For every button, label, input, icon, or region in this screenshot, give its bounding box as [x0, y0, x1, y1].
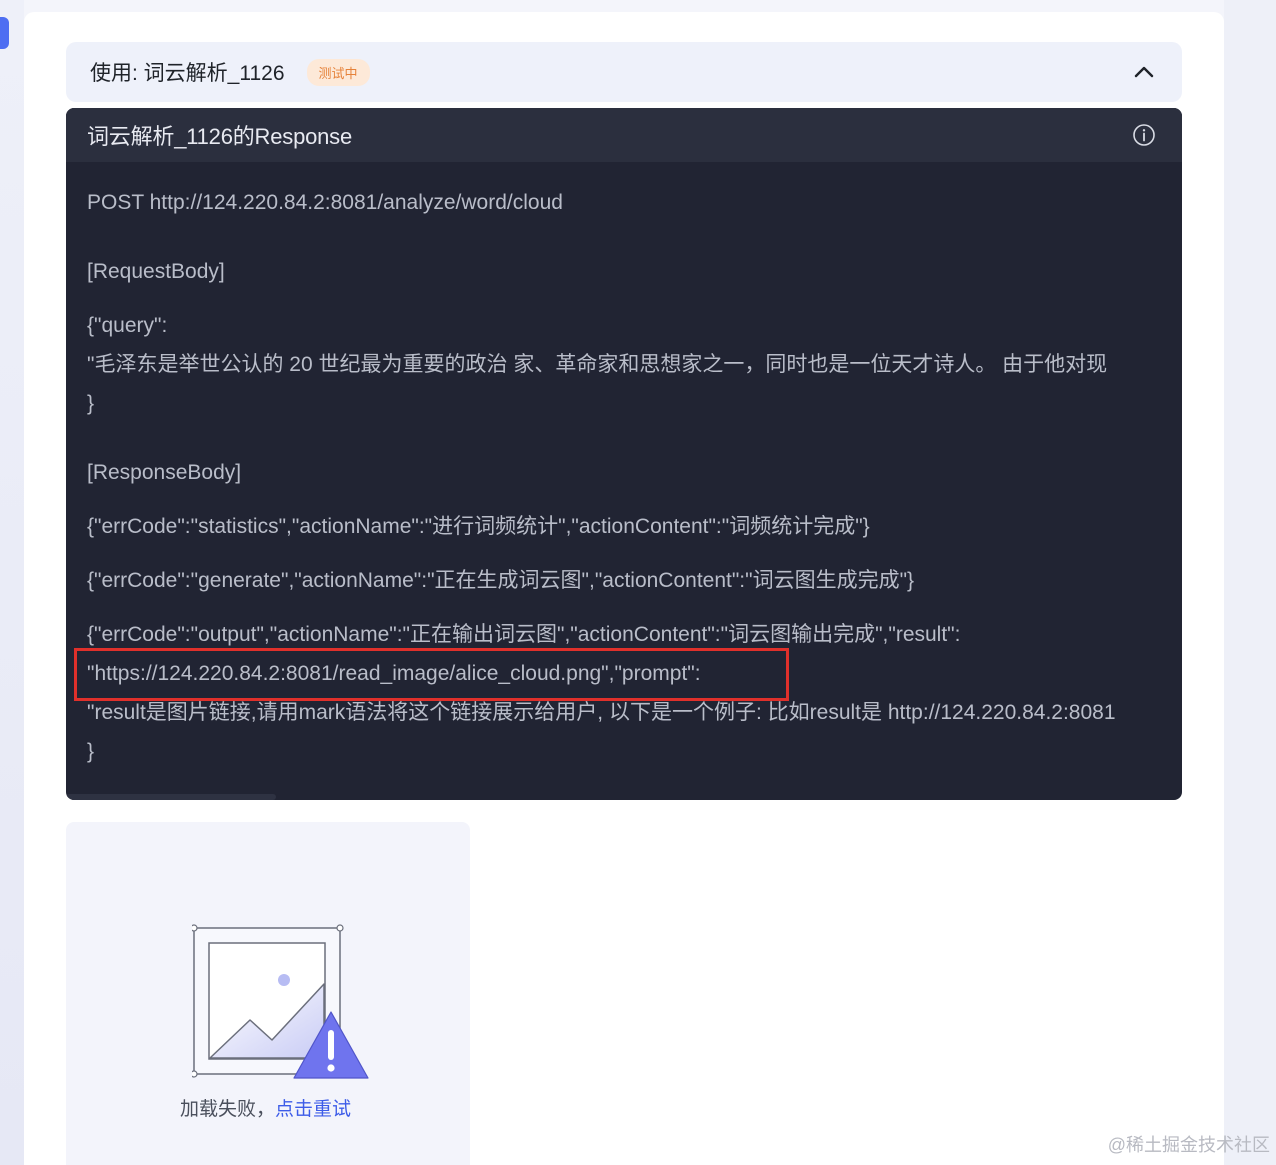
retry-link[interactable]: 点击重试 — [275, 1099, 351, 1120]
chevron-up-icon[interactable] — [1132, 60, 1156, 84]
request-body-line: {"query": — [87, 314, 168, 337]
response-body-line: } — [87, 740, 95, 763]
response-body-line: {"errCode":"generate","actionName":"正在生成… — [87, 569, 915, 592]
response-body-line: "result是图片链接,请用mark语法将这个链接展示给用户, 以下是一个例子… — [87, 701, 1116, 724]
watermark: @稀土掘金技术社区 — [1107, 1135, 1270, 1155]
load-failed-message: 加载失败，点击重试 — [180, 1094, 351, 1121]
request-body-line: } — [87, 392, 95, 415]
status-badge: 测试中 — [306, 58, 370, 86]
request-body-label: [RequestBody] — [87, 260, 225, 283]
request-body-line: "毛泽东是举世公认的 20 世纪最为重要的政治 家、革命家和思想家之一，同时也是… — [87, 353, 1108, 376]
left-edge — [0, 0, 24, 1165]
left-side-tab[interactable] — [0, 17, 9, 49]
image-card: 加载失败，点击重试 — [66, 822, 470, 1165]
load-failed-text: 加载失败， — [180, 1099, 276, 1120]
usage-title: 使用: 词云解析_1126 — [90, 62, 285, 85]
highlight-box — [74, 648, 789, 701]
response-body-line: {"errCode":"output","actionName":"正在输出词云… — [87, 623, 961, 646]
info-icon[interactable] — [1132, 123, 1156, 147]
response-title: 词云解析_1126的Response — [87, 124, 353, 149]
right-edge — [1224, 0, 1276, 1165]
response-header: 词云解析_1126的Response — [66, 108, 1182, 162]
response-panel: 词云解析_1126的Response POST http://124.220.8… — [66, 108, 1182, 800]
usage-header[interactable]: 使用: 词云解析_1126 测试中 — [66, 42, 1182, 102]
response-body-label: [ResponseBody] — [87, 461, 242, 484]
request-line: POST http://124.220.84.2:8081/analyze/wo… — [87, 191, 563, 214]
broken-image-warning-icon — [190, 922, 372, 1082]
horizontal-scrollbar[interactable] — [66, 794, 276, 800]
response-body-line: {"errCode":"statistics","actionName":"进行… — [87, 515, 870, 538]
